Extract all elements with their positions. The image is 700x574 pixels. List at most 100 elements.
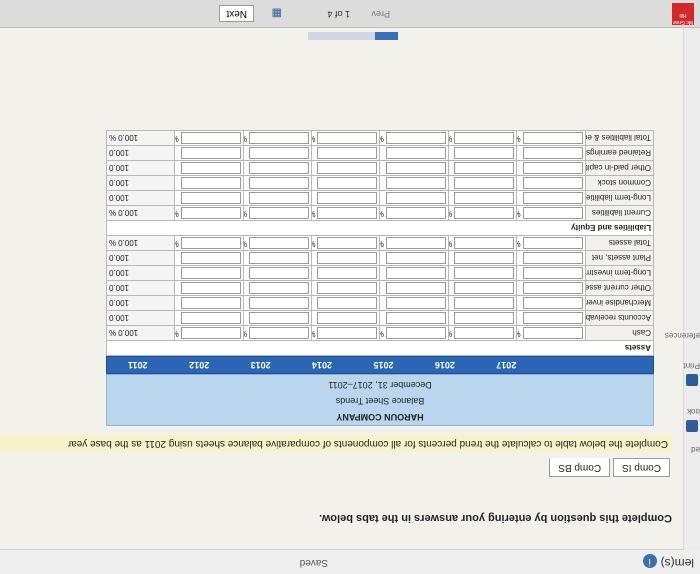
trend-input[interactable] bbox=[385, 327, 446, 339]
sidebar-label[interactable]: ook bbox=[687, 407, 700, 416]
trend-input[interactable] bbox=[385, 177, 446, 189]
trend-input[interactable] bbox=[454, 297, 515, 309]
trend-input[interactable] bbox=[385, 252, 446, 264]
trend-cell bbox=[380, 280, 449, 296]
trend-input[interactable] bbox=[249, 297, 310, 309]
base-year-value: 100.0% bbox=[106, 205, 175, 221]
table-row: Retained earnings 100.0 bbox=[106, 145, 654, 161]
trend-input[interactable] bbox=[249, 282, 310, 294]
trend-input[interactable] bbox=[522, 237, 583, 249]
sidebar-label[interactable]: eferences bbox=[665, 331, 700, 340]
sidebar-label[interactable]: Print bbox=[684, 361, 700, 370]
trend-input[interactable] bbox=[385, 207, 446, 219]
trend-input[interactable] bbox=[249, 177, 310, 189]
trend-input[interactable] bbox=[249, 192, 310, 204]
trend-input[interactable] bbox=[317, 207, 378, 219]
trend-input[interactable] bbox=[385, 132, 446, 144]
trend-input[interactable] bbox=[522, 297, 583, 309]
tab-comp-is[interactable]: Comp IS bbox=[613, 458, 670, 477]
trend-input[interactable] bbox=[249, 147, 310, 159]
row-label: Total assets bbox=[585, 235, 654, 251]
trend-input[interactable] bbox=[454, 312, 515, 324]
trend-input[interactable] bbox=[249, 207, 310, 219]
trend-input[interactable] bbox=[249, 252, 310, 264]
trend-input[interactable] bbox=[454, 237, 515, 249]
trend-input[interactable] bbox=[249, 162, 310, 174]
trend-input[interactable] bbox=[317, 132, 378, 144]
trend-input[interactable] bbox=[180, 267, 241, 279]
trend-input[interactable] bbox=[385, 192, 446, 204]
trend-input[interactable] bbox=[180, 177, 241, 189]
trend-input[interactable] bbox=[180, 252, 241, 264]
trend-input[interactable] bbox=[317, 282, 378, 294]
problems-indicator[interactable]: lem(s)i bbox=[642, 554, 694, 570]
trend-input[interactable] bbox=[522, 132, 583, 144]
trend-input[interactable] bbox=[180, 297, 241, 309]
trend-input[interactable] bbox=[317, 237, 378, 249]
trend-input[interactable] bbox=[454, 207, 515, 219]
trend-input[interactable] bbox=[180, 312, 241, 324]
prev-button[interactable]: Prev bbox=[371, 9, 390, 19]
tab-comp-bs[interactable]: Comp BS bbox=[549, 458, 611, 477]
trend-input[interactable] bbox=[522, 192, 583, 204]
trend-input[interactable] bbox=[522, 162, 583, 174]
trend-input[interactable] bbox=[522, 177, 583, 189]
trend-input[interactable] bbox=[454, 177, 515, 189]
ebook-icon[interactable] bbox=[686, 420, 698, 432]
trend-cell bbox=[174, 265, 244, 281]
trend-input[interactable] bbox=[180, 282, 241, 294]
trend-input[interactable] bbox=[385, 162, 446, 174]
trend-input[interactable] bbox=[385, 282, 446, 294]
trend-input[interactable] bbox=[317, 312, 378, 324]
percent-sign: % bbox=[312, 239, 316, 248]
trend-input[interactable] bbox=[454, 282, 515, 294]
trend-input[interactable] bbox=[317, 297, 378, 309]
base-year-value: 100.0 bbox=[106, 160, 175, 176]
trend-input[interactable] bbox=[454, 132, 515, 144]
trend-input[interactable] bbox=[317, 252, 378, 264]
trend-input[interactable] bbox=[249, 132, 310, 144]
trend-input[interactable] bbox=[317, 162, 378, 174]
trend-input[interactable] bbox=[522, 147, 583, 159]
trend-input[interactable] bbox=[385, 312, 446, 324]
trend-input[interactable] bbox=[180, 327, 241, 339]
trend-input[interactable] bbox=[454, 162, 515, 174]
grid-icon[interactable]: ▦ bbox=[272, 7, 282, 20]
trend-input[interactable] bbox=[454, 327, 515, 339]
trend-input[interactable] bbox=[454, 192, 515, 204]
trend-input[interactable] bbox=[249, 237, 310, 249]
trend-input[interactable] bbox=[454, 252, 515, 264]
trend-input[interactable] bbox=[385, 267, 446, 279]
trend-input[interactable] bbox=[180, 132, 241, 144]
trend-input[interactable] bbox=[317, 192, 378, 204]
trend-input[interactable] bbox=[180, 162, 241, 174]
trend-input[interactable] bbox=[180, 237, 241, 249]
next-button[interactable]: Next bbox=[219, 5, 254, 22]
info-icon[interactable]: i bbox=[642, 554, 657, 568]
trend-cell bbox=[243, 190, 312, 206]
section-row: Assets bbox=[106, 340, 654, 356]
trend-input[interactable] bbox=[249, 327, 310, 339]
trend-input[interactable] bbox=[522, 327, 583, 339]
trend-input[interactable] bbox=[522, 207, 583, 219]
trend-input[interactable] bbox=[454, 267, 515, 279]
trend-input[interactable] bbox=[180, 207, 241, 219]
print-icon[interactable] bbox=[686, 374, 698, 386]
trend-input[interactable] bbox=[385, 297, 446, 309]
trend-input[interactable] bbox=[522, 252, 583, 264]
trend-input[interactable] bbox=[180, 192, 241, 204]
trend-input[interactable] bbox=[385, 237, 446, 249]
trend-cell bbox=[243, 310, 312, 326]
trend-input[interactable] bbox=[317, 267, 378, 279]
trend-input[interactable] bbox=[249, 312, 310, 324]
trend-input[interactable] bbox=[385, 147, 446, 159]
trend-input[interactable] bbox=[454, 147, 515, 159]
trend-input[interactable] bbox=[180, 147, 241, 159]
trend-input[interactable] bbox=[317, 177, 378, 189]
trend-input[interactable] bbox=[522, 267, 583, 279]
trend-input[interactable] bbox=[317, 327, 378, 339]
trend-input[interactable] bbox=[249, 267, 310, 279]
trend-input[interactable] bbox=[317, 147, 378, 159]
trend-input[interactable] bbox=[522, 312, 583, 324]
trend-input[interactable] bbox=[522, 282, 583, 294]
